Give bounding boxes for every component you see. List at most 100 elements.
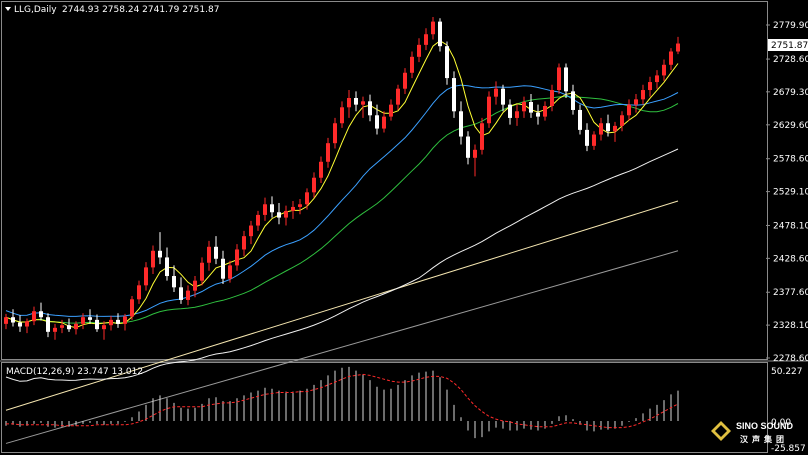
candle bbox=[326, 137, 330, 168]
trading-chart[interactable]: LLG,Daily 2744.93 2758.24 2741.79 2751.8… bbox=[0, 0, 808, 455]
ma-60-line bbox=[5, 148, 679, 382]
candle bbox=[515, 104, 519, 126]
candle bbox=[214, 236, 218, 265]
candle bbox=[109, 315, 113, 331]
candle bbox=[256, 210, 260, 231]
ma-30-line bbox=[5, 95, 679, 324]
candle bbox=[179, 277, 183, 304]
candle bbox=[88, 309, 92, 324]
candle bbox=[620, 111, 624, 132]
candle bbox=[116, 313, 120, 328]
ohlc-values: 2744.93 2758.24 2741.79 2751.87 bbox=[62, 5, 219, 15]
candle bbox=[298, 198, 302, 215]
candle bbox=[305, 188, 309, 210]
candle bbox=[228, 260, 232, 283]
candle bbox=[249, 220, 253, 245]
brand-name: SINO SOUND bbox=[736, 421, 794, 431]
candle bbox=[501, 84, 505, 112]
candle bbox=[403, 68, 407, 95]
candle bbox=[102, 321, 106, 340]
candle bbox=[46, 313, 50, 338]
candle bbox=[382, 111, 386, 133]
price-tick-label: 2578.60 bbox=[773, 155, 808, 165]
candle bbox=[158, 232, 162, 265]
candle bbox=[221, 250, 225, 284]
sino-sound-logo: SINO SOUND 汉声集团 bbox=[711, 421, 794, 444]
candle bbox=[347, 90, 351, 118]
candle bbox=[151, 245, 155, 275]
candle bbox=[39, 302, 43, 321]
candle bbox=[95, 314, 99, 332]
candle bbox=[578, 104, 582, 135]
candlestick-series bbox=[4, 16, 680, 340]
candle bbox=[263, 197, 267, 221]
candle bbox=[340, 101, 344, 128]
candle bbox=[627, 99, 631, 121]
candle bbox=[466, 131, 470, 165]
candle bbox=[522, 96, 526, 118]
candle bbox=[277, 202, 281, 225]
brand-name-cn: 汉声集团 bbox=[740, 434, 788, 444]
candle bbox=[333, 117, 337, 149]
candle bbox=[480, 117, 484, 155]
macd-tick-bottom: -25.857 bbox=[771, 444, 806, 454]
candle bbox=[18, 315, 22, 332]
price-tick-label: 2328.10 bbox=[773, 321, 808, 331]
price-tick-label: 2377.60 bbox=[773, 288, 808, 298]
candle bbox=[207, 240, 211, 271]
candle bbox=[319, 156, 323, 184]
price-tick-label: 2679.30 bbox=[773, 88, 808, 98]
candle bbox=[438, 18, 442, 52]
candle bbox=[564, 63, 568, 99]
candle bbox=[676, 36, 680, 55]
candle bbox=[165, 247, 169, 281]
candle bbox=[655, 70, 659, 89]
symbol-dropdown-icon[interactable] bbox=[5, 7, 11, 11]
macd-tick-top: 50.227 bbox=[771, 367, 803, 377]
candle bbox=[410, 51, 414, 79]
price-tick-label: 2779.90 bbox=[773, 21, 808, 31]
candle bbox=[487, 91, 491, 128]
candle bbox=[431, 16, 435, 40]
candle bbox=[396, 84, 400, 110]
candle bbox=[543, 101, 547, 121]
candle bbox=[452, 71, 456, 118]
price-axis: 2779.90 2728.60 2679.30 2629.60 2578.60 2529.… bbox=[766, 21, 808, 364]
candle bbox=[599, 117, 603, 141]
candle bbox=[186, 285, 190, 306]
candle bbox=[606, 114, 610, 137]
candle bbox=[354, 91, 358, 112]
price-panel-frame bbox=[1, 1, 768, 360]
candle bbox=[235, 244, 239, 271]
price-tick-label: 2629.60 bbox=[773, 121, 808, 131]
candle bbox=[494, 81, 498, 105]
candle bbox=[529, 94, 533, 118]
candle bbox=[536, 104, 540, 125]
candle bbox=[417, 38, 421, 63]
candle bbox=[67, 318, 71, 332]
candle bbox=[669, 48, 673, 71]
macd-label: MACD(12,26,9) 23.747 13.012 bbox=[6, 367, 143, 377]
candle bbox=[592, 131, 596, 150]
candle bbox=[424, 28, 428, 51]
candle bbox=[389, 99, 393, 121]
candle bbox=[11, 309, 15, 327]
candle bbox=[32, 306, 36, 326]
candle bbox=[200, 257, 204, 286]
candle bbox=[291, 200, 295, 219]
candle bbox=[242, 230, 246, 257]
candle bbox=[571, 84, 575, 115]
candle bbox=[641, 84, 645, 105]
macd-series bbox=[5, 366, 679, 439]
price-tick-label: 2478.10 bbox=[773, 221, 808, 231]
candle bbox=[557, 63, 561, 95]
candle bbox=[284, 205, 288, 226]
symbol-timeframe-label[interactable]: LLG,Daily bbox=[14, 5, 57, 15]
candle bbox=[368, 94, 372, 122]
candle bbox=[4, 313, 8, 330]
candle bbox=[585, 123, 589, 152]
candle bbox=[634, 94, 638, 113]
candle bbox=[312, 172, 316, 198]
candle bbox=[361, 96, 365, 118]
candle bbox=[137, 280, 141, 304]
